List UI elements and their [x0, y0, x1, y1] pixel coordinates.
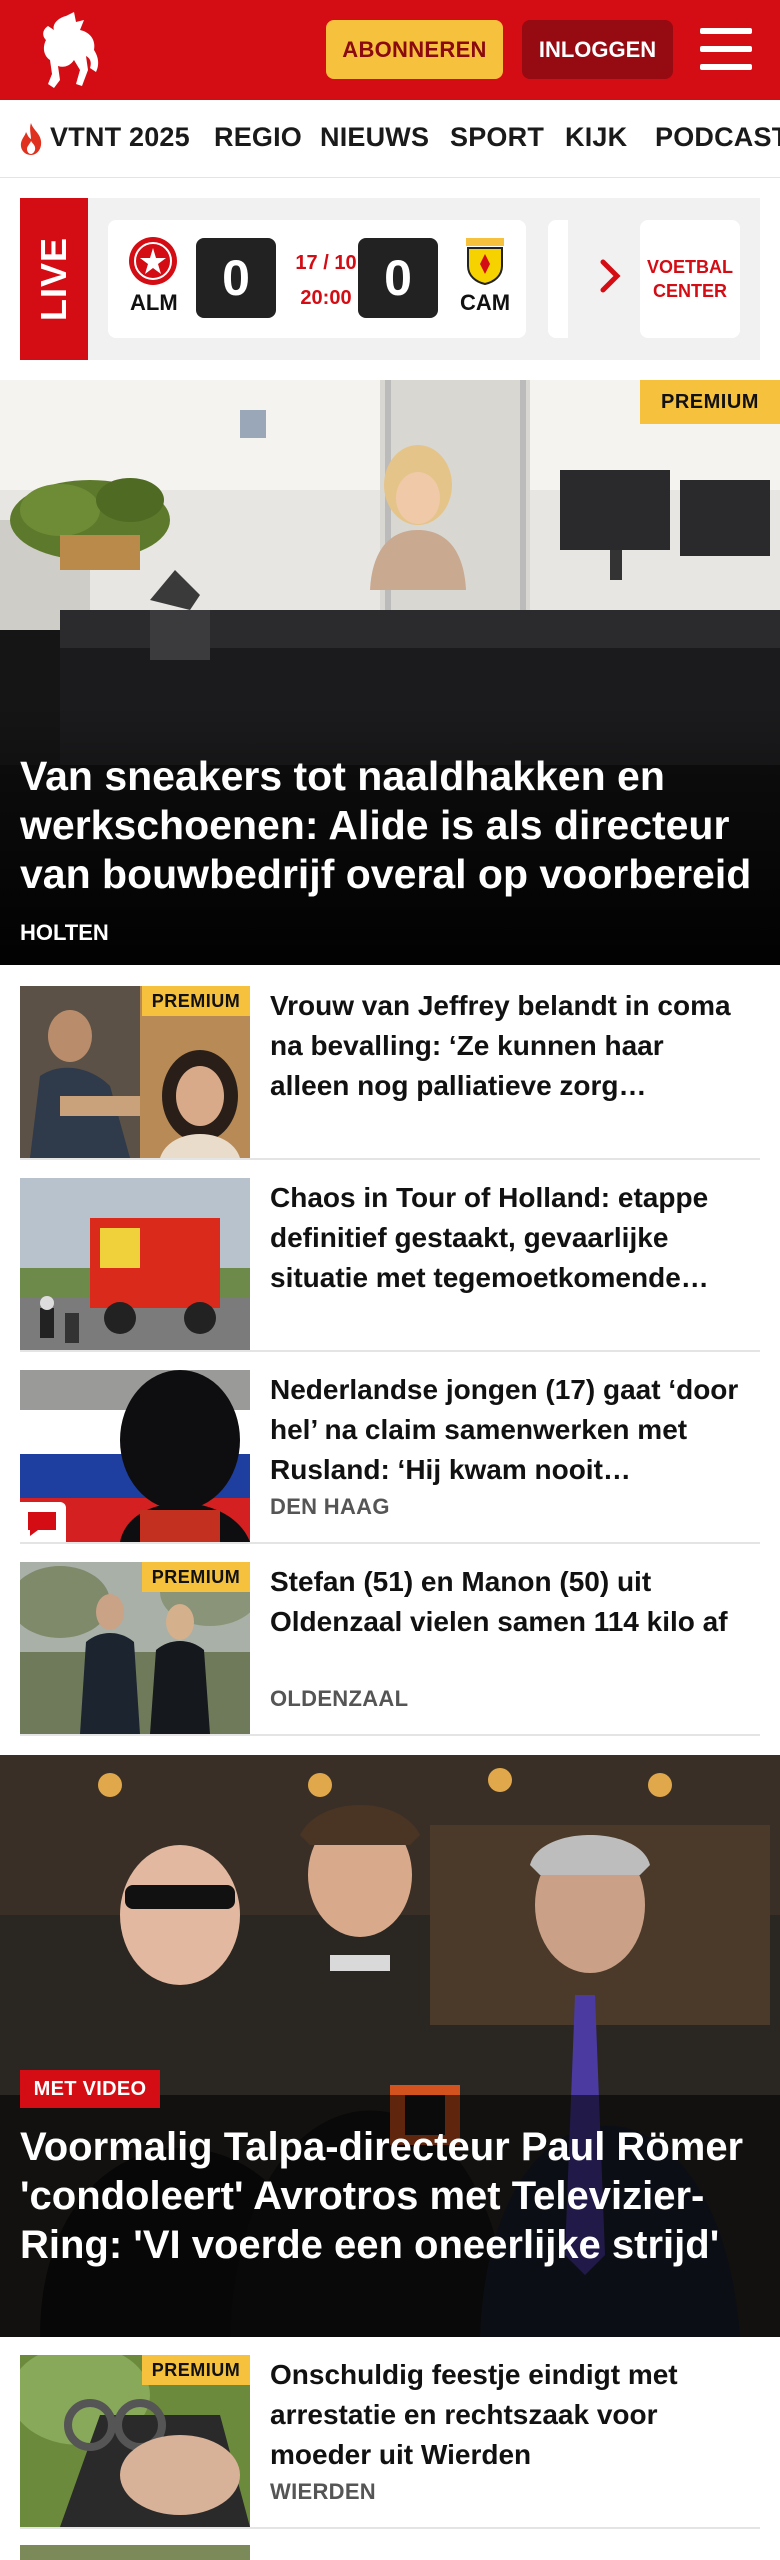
article-title-peek — [270, 2545, 750, 2560]
login-button[interactable]: INLOGGEN — [522, 20, 673, 79]
article-location: DEN HAAG — [270, 1494, 390, 1519]
article-title[interactable]: Onschuldig feestje eindigt met arrestati… — [270, 2355, 750, 2475]
article-thumbnail — [20, 2545, 250, 2560]
menu-icon[interactable] — [700, 26, 752, 72]
list-item[interactable]: PREMIUM Vrouw van Jeffrey belandt in com… — [20, 968, 760, 1160]
nav-item-nieuws[interactable]: NIEUWS — [320, 122, 429, 153]
comment-icon — [20, 1502, 66, 1542]
premium-badge: PREMIUM — [640, 380, 780, 424]
nav-item-kijk[interactable]: KIJK — [565, 122, 627, 153]
article-location: WIERDEN — [270, 2479, 376, 2504]
premium-badge: PREMIUM — [142, 986, 250, 1016]
article-thumbnail — [20, 1178, 250, 1350]
premium-badge: PREMIUM — [142, 1562, 250, 1592]
video-article[interactable]: MET VIDEO Voormalig Talpa-directeur Paul… — [0, 1755, 780, 2337]
premium-badge: PREMIUM — [142, 2355, 250, 2385]
team-logo-away-icon — [466, 238, 504, 286]
list-item[interactable]: PREMIUM Onschuldig feestje eindigt met a… — [20, 2337, 760, 2529]
list-item[interactable]: Nederlandse jongen (17) gaat ‘door hel’ … — [20, 1352, 760, 1544]
nav-item-sport[interactable]: SPORT — [450, 122, 544, 153]
match-card[interactable]: ALM 0 17 / 10 20:00 0 CAM — [108, 220, 526, 338]
article-thumbnail: PREMIUM — [20, 1562, 250, 1734]
article-location: OLDENZAAL — [270, 1686, 409, 1711]
article-thumbnail: PREMIUM — [20, 986, 250, 1158]
score-away: 0 — [358, 238, 438, 318]
site-header: ABONNEREN INLOGGEN — [0, 0, 780, 100]
football-center-button[interactable]: VOETBAL CENTER — [640, 220, 740, 338]
article-thumbnail — [20, 1370, 250, 1542]
article-title[interactable]: Stefan (51) en Manon (50) uit Oldenzaal … — [270, 1562, 750, 1642]
live-label: LIVE — [33, 236, 75, 322]
team-logo-home-icon — [129, 237, 177, 285]
hero-title[interactable]: Van sneakers tot naaldhakken en werkscho… — [20, 752, 760, 899]
chevron-right-icon[interactable] — [595, 256, 625, 296]
nav-item-podcast[interactable]: PODCAST — [655, 122, 780, 153]
video-badge: MET VIDEO — [20, 2070, 160, 2108]
team-away: CAM — [460, 290, 511, 315]
live-scores: LIVE ALM 0 17 / 10 20:00 0 CAM VOETBAL C… — [20, 198, 760, 360]
score-home: 0 — [196, 238, 276, 318]
hero-article[interactable]: PREMIUM Van sneakers tot naaldhakken en … — [0, 380, 780, 965]
match-date: 17 / 10 — [295, 252, 357, 274]
team-home: ALM — [130, 290, 178, 315]
horse-logo-icon[interactable] — [36, 10, 106, 90]
next-match-card[interactable] — [548, 220, 568, 338]
nav-item-vtnt[interactable]: VTNT 2025 — [50, 122, 190, 153]
flame-icon — [20, 123, 42, 155]
list-item[interactable] — [20, 2545, 760, 2560]
hero-location: HOLTEN — [20, 920, 109, 945]
article-title[interactable]: Vrouw van Jeffrey belandt in coma na bev… — [270, 986, 750, 1106]
list-item[interactable]: PREMIUM Stefan (51) en Manon (50) uit Ol… — [20, 1544, 760, 1736]
nav-item-regio[interactable]: REGIO — [214, 122, 302, 153]
list-item[interactable]: Chaos in Tour of Holland: etappe definit… — [20, 1160, 760, 1352]
main-nav: VTNT 2025 REGIO NIEUWS SPORT KIJK PODCAS… — [0, 100, 780, 178]
video-article-title[interactable]: Voormalig Talpa-directeur Paul Römer 'co… — [20, 2123, 760, 2270]
match-time: 20:00 — [300, 287, 352, 309]
subscribe-button[interactable]: ABONNEREN — [326, 20, 503, 79]
article-title[interactable]: Chaos in Tour of Holland: etappe definit… — [270, 1178, 750, 1298]
article-thumbnail: PREMIUM — [20, 2355, 250, 2527]
article-title[interactable]: Nederlandse jongen (17) gaat ‘door hel’ … — [270, 1370, 750, 1490]
match-datetime: 17 / 10 20:00 — [291, 246, 361, 316]
